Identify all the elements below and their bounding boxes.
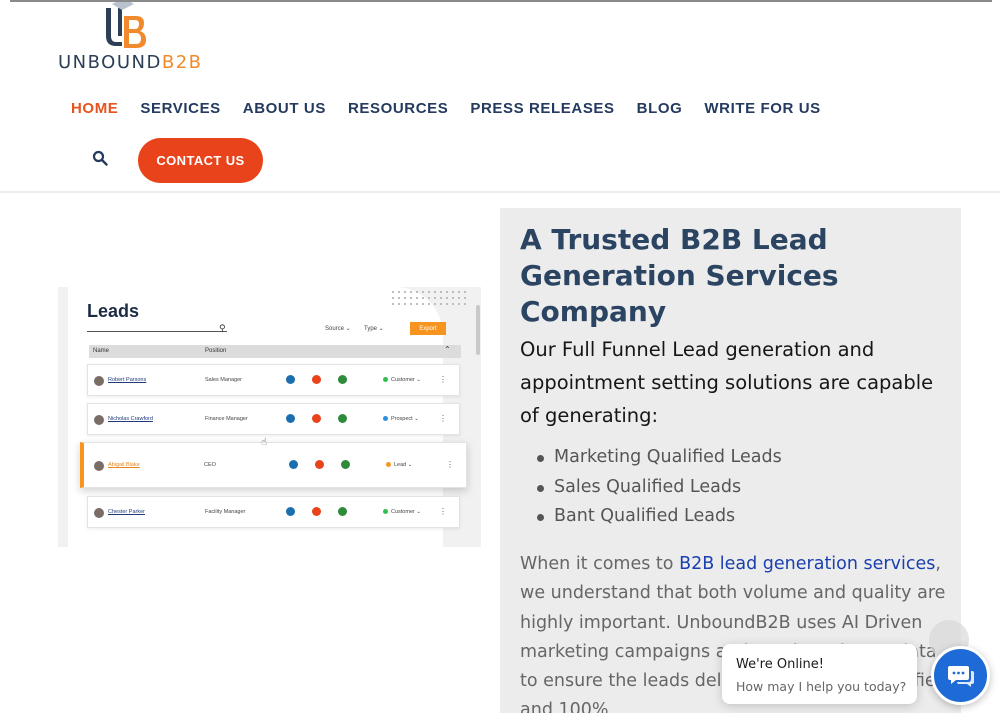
linkedin-icon [289, 460, 298, 469]
hand-cursor-icon: ☝ [261, 437, 268, 448]
lead-types-list: Marketing Qualified Leads Sales Qualifie… [534, 443, 782, 532]
list-item: Marketing Qualified Leads [534, 443, 782, 473]
mail-icon [315, 460, 324, 469]
collapse-chevron-icon: ⌃ [444, 345, 451, 354]
leads-search-underline [87, 331, 227, 332]
leads-table-header: Name Position ⌃ [89, 345, 461, 358]
lead-position: CEO [204, 462, 216, 468]
lead-name: Nicholas Crawford [108, 416, 153, 422]
avatar [94, 415, 104, 425]
mail-icon [312, 375, 321, 384]
linkedin-icon [286, 507, 295, 516]
nav-home[interactable]: HOME [71, 100, 118, 117]
linkedin-icon [286, 414, 295, 423]
site-header: UNBOUNDB2B HOME SERVICES ABOUT US RESOUR… [0, 0, 1000, 193]
nav-blog[interactable]: BLOG [637, 100, 683, 117]
hero-headline: A Trusted B2B Lead Generation Services C… [520, 223, 839, 328]
nav-about-us[interactable]: ABOUT US [243, 100, 326, 117]
avatar [94, 461, 104, 471]
nav-write-for-us[interactable]: WRITE FOR US [704, 100, 820, 117]
main-nav: HOME SERVICES ABOUT US RESOURCES PRESS R… [71, 100, 843, 117]
avatar [94, 376, 104, 386]
lead-position: Facility Manager [205, 509, 246, 515]
lead-status: Prospect ⌄ [383, 416, 419, 422]
chat-launcher-button[interactable] [931, 646, 990, 705]
phone-icon [341, 460, 350, 469]
phone-icon [338, 375, 347, 384]
page: UNBOUNDB2B HOME SERVICES ABOUT US RESOUR… [0, 0, 1000, 713]
more-icon: ⋮ [439, 375, 447, 384]
logo-mark-icon [106, 2, 146, 48]
nav-services[interactable]: SERVICES [140, 100, 220, 117]
lead-name: Chester Parker [108, 509, 145, 515]
hero-content: A Trusted B2B Lead Generation Services C… [500, 208, 961, 713]
lead-name: Robert Parsons [108, 377, 147, 383]
lead-position: Finance Manager [205, 416, 248, 422]
avatar [94, 508, 104, 518]
lead-row-highlighted: Abigail Blake CEO Lead ⌄ ⋮ [80, 442, 467, 488]
leads-dashboard-image: Leads ⚲ Source ⌄ Type ⌄ Export Name Posi… [58, 287, 481, 547]
contact-us-button[interactable]: CONTACT US [138, 138, 263, 183]
decorative-dots [390, 289, 470, 305]
more-icon: ⋮ [446, 460, 454, 469]
b2b-lead-generation-link[interactable]: B2B lead generation services [679, 554, 935, 574]
logo[interactable]: UNBOUNDB2B [58, 2, 201, 73]
lead-position: Sales Manager [205, 377, 242, 383]
more-icon: ⋮ [439, 414, 447, 423]
mail-icon [312, 507, 321, 516]
export-button: Export [410, 322, 446, 335]
source-filter: Source ⌄ [325, 326, 351, 332]
search-icon[interactable] [92, 150, 108, 166]
chat-greeting-bubble[interactable]: We're Online! How may I help you today? [722, 644, 917, 704]
lead-row: Nicholas Crawford Finance Manager Prospe… [87, 403, 460, 435]
nav-press-releases[interactable]: PRESS RELEASES [470, 100, 614, 117]
list-item: Sales Qualified Leads [534, 473, 782, 503]
lead-status: Customer ⌄ [383, 509, 421, 515]
logo-text: UNBOUNDB2B [58, 52, 203, 73]
linkedin-icon [286, 375, 295, 384]
col-position: Position [205, 348, 227, 354]
chat-icon [947, 665, 974, 687]
hero-subheading: Our Full Funnel Lead generation and appo… [520, 338, 934, 427]
mail-icon [312, 414, 321, 423]
phone-icon [338, 507, 347, 516]
leads-search-icon: ⚲ [219, 324, 226, 334]
lead-status: Customer ⌄ [383, 377, 421, 383]
col-name: Name [93, 348, 110, 354]
image-scrollbar [476, 305, 480, 355]
nav-resources[interactable]: RESOURCES [348, 100, 448, 117]
chat-subtitle: How may I help you today? [736, 679, 907, 694]
lead-name: Abigail Blake [108, 462, 140, 468]
list-item: Bant Qualified Leads [534, 502, 782, 532]
leads-title: Leads [87, 301, 140, 321]
more-icon: ⋮ [439, 507, 447, 516]
lead-status: Lead ⌄ [386, 462, 412, 468]
phone-icon [338, 414, 347, 423]
chat-title: We're Online! [736, 657, 824, 672]
type-filter: Type ⌄ [364, 326, 384, 332]
lead-row: Robert Parsons Sales Manager Customer ⌄ … [87, 364, 460, 396]
lead-row: Chester Parker Facility Manager Customer… [87, 496, 460, 528]
